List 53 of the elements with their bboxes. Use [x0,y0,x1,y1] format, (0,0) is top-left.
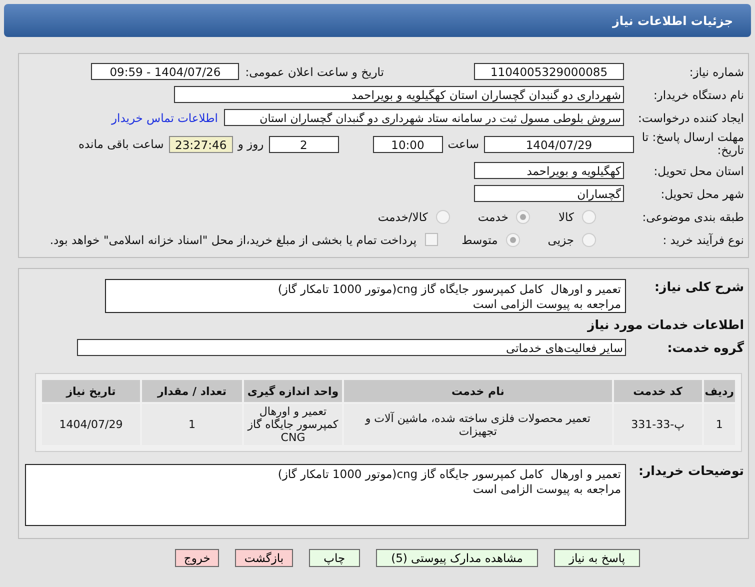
action-button[interactable]: مشاهده مدارک پیوستی (5) [376,549,538,567]
table-cell: پ-33-331 [614,404,702,445]
action-button[interactable]: پاسخ به نیاز [554,549,640,567]
countdown-field: 23:27:46 [168,136,233,152]
table-cell: تعمیر محصولات فلزی ساخته شده، ماشین آلات و تجهیزات [344,404,612,445]
table-cell: تعمیر و اورهال کمپرسور جایگاه گاز CNG [244,404,342,445]
table-cell: 1404/07/29 [42,404,140,445]
radio-button[interactable] [516,210,530,224]
field-label: نام دستگاه خریدار: [652,88,745,102]
column-header: تعداد / مقدار [142,380,242,402]
checkbox-label: پرداخت تمام یا بخشی از مبلغ خرید،از محل "اسناد خزانه اسلامی" خواهد بود. [50,232,417,246]
radio-label: متوسط [462,232,498,246]
action-button[interactable]: چاپ [308,549,360,567]
radio-button[interactable] [582,232,596,246]
field-label: مهلت ارسال پاسخ: تا تاریخ: [640,131,745,157]
table-cell: 1 [142,404,242,445]
field-label: ساعت [448,137,479,151]
section-heading: اطلاعات خدمات مورد نیاز [588,317,745,332]
column-header: واحد اندازه گیری [244,380,342,402]
column-header: کد خدمت [614,380,702,402]
radio-label: جزیی [548,232,574,246]
date-field: 1404/07/29 [484,136,634,152]
field-label: ایجاد کننده درخواست: [637,110,745,124]
time-field: 10:00 [372,136,443,152]
radio-button[interactable] [582,210,596,224]
contact-link[interactable]: اطلاعات تماس خریدار [111,110,218,124]
action-button[interactable]: خروج [174,549,220,567]
field-label: شرح کلی نیاز: [654,279,745,294]
field-label: نوع فرآیند خرید : [662,232,745,246]
text-area: تعمیر و اورهال کامل کمپرسور جایگاه گاز cng(موتور 1000 تامکار گاز) مراجعه به پیوست الزامی است [25,464,626,526]
text-area: تعمیر و اورهال کامل کمپرسور جایگاه گاز cng(موتور 1000 تامکار گاز) مراجعه به پیوست الزامی است [105,279,626,313]
field-label: توضیحات خریدار: [637,464,745,478]
field-label: طبقه بندی موضوعی: [641,210,745,224]
checkbox[interactable] [424,233,438,246]
radio-label: کالا [558,210,574,224]
field-label: گروه خدمت: [666,340,745,355]
action-button[interactable]: بازگشت [235,549,293,567]
table-cell: 1 [704,404,735,445]
field-label: روز و [238,137,264,151]
field-label: ساعت باقی مانده [78,137,164,151]
column-header: تاریخ نیاز [42,380,140,402]
field-label: استان محل تحویل: [652,164,745,178]
field-label: تاریخ و ساعت اعلان عمومی: [245,64,384,78]
days-field: 2 [268,136,339,152]
column-header: نام خدمت [344,380,612,402]
field-label: شهر محل تحویل: [660,186,745,200]
radio-button[interactable] [436,210,450,224]
radio-label: کالا/خدمت [378,210,428,224]
column-header: ردیف [704,380,735,402]
page-title: جزئیات اطلاعات نیاز [612,14,733,28]
radio-button[interactable] [506,232,520,246]
field-label: شماره نیاز: [688,64,745,78]
radio-label: خدمت [478,210,508,224]
